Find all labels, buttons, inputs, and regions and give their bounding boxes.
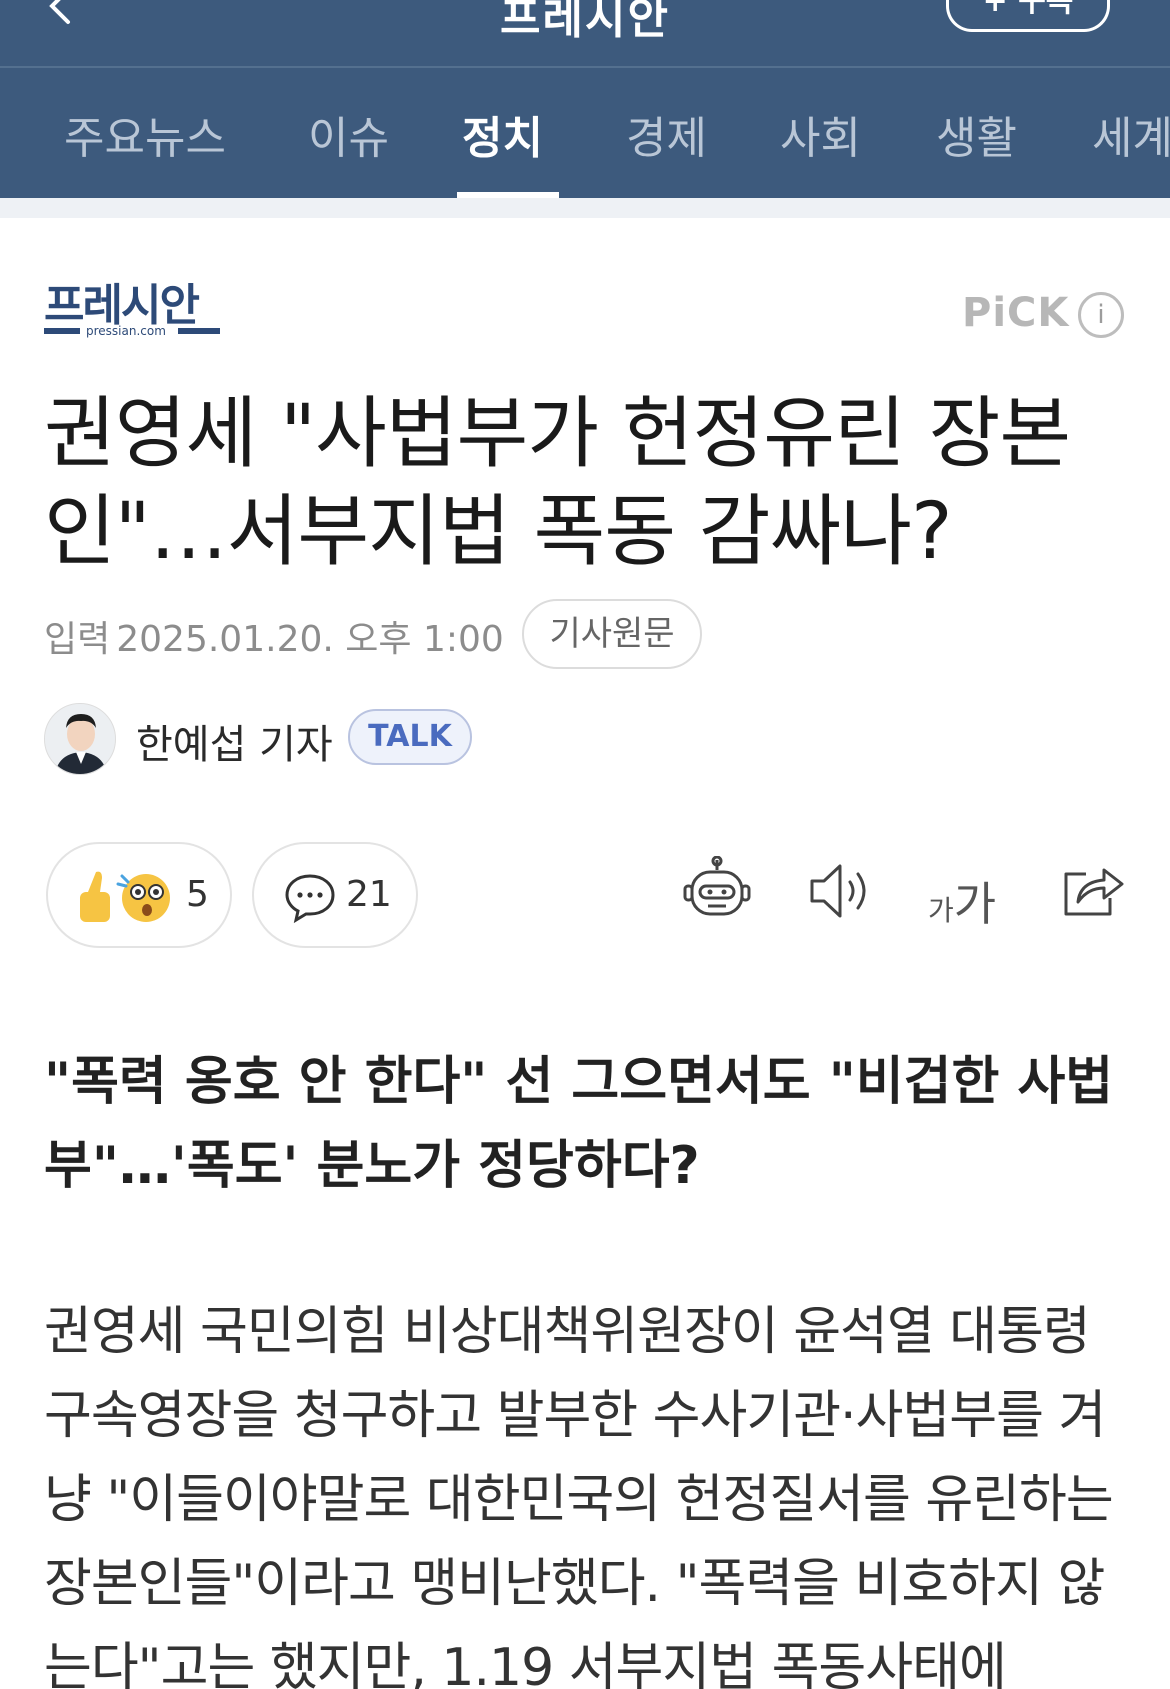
font-size-icon[interactable]: 가가 (928, 868, 996, 934)
press-logo[interactable]: 프레시안 pressian.com (44, 278, 224, 348)
section-gap (0, 198, 1170, 218)
comment-count: 21 (346, 874, 392, 915)
article-meta: 입력 2025.01.20. 오후 1:00 (44, 604, 504, 668)
reporter-name[interactable]: 한예섭 기자 (136, 712, 333, 770)
subscribe-button[interactable]: + 구독 (946, 0, 1110, 32)
info-icon[interactable]: i (1078, 292, 1124, 338)
reporter-avatar[interactable] (44, 703, 116, 775)
ai-summary-icon[interactable] (682, 856, 752, 926)
original-article-button[interactable]: 기사원문 (522, 599, 702, 669)
reaction-icons (80, 871, 170, 922)
tab-main-news[interactable]: 주요뉴스 (64, 102, 226, 166)
audio-icon[interactable] (806, 856, 876, 926)
tab-society[interactable]: 사회 (780, 102, 861, 166)
article-headline: 권영세 "사법부가 헌정유린 장본인"…서부지법 폭동 감싸나? (44, 389, 1071, 577)
comment-button[interactable]: 21 (252, 842, 418, 948)
reaction-button[interactable]: 5 (46, 842, 232, 948)
talk-button[interactable]: TALK (348, 709, 472, 765)
top-bar: 프레시안 + 구독 (0, 0, 1170, 67)
date-label: 입력 (44, 619, 111, 660)
article-subheadline: "폭력 옹호 안 한다" 선 그으면서도 "비겁한 사법부"…'폭도' 분노가 … (44, 1052, 1114, 1196)
reaction-count: 5 (186, 874, 209, 915)
publish-date: 2025.01.20. 오후 1:00 (116, 619, 504, 660)
back-icon[interactable] (42, 0, 82, 28)
tab-economy[interactable]: 경제 (626, 102, 707, 166)
brand-title: 프레시안 (500, 0, 670, 44)
svg-text:pressian.com: pressian.com (86, 324, 166, 338)
tab-life[interactable]: 생활 (936, 102, 1017, 166)
tab-politics[interactable]: 정치 (462, 102, 543, 166)
tab-issue[interactable]: 이슈 (308, 102, 389, 166)
article-body: 권영세 국민의힘 비상대책위원장이 윤석열 대통령 구속영장을 청구하고 발부한… (44, 1302, 1114, 1689)
category-tabs: 주요뉴스 이슈 정치 경제 사회 생활 세계 (0, 68, 1170, 198)
pick-badge: PiCK (962, 290, 1070, 336)
tab-world[interactable]: 세계 (1092, 102, 1170, 166)
comment-icon (285, 874, 335, 924)
share-icon[interactable] (1058, 856, 1128, 926)
